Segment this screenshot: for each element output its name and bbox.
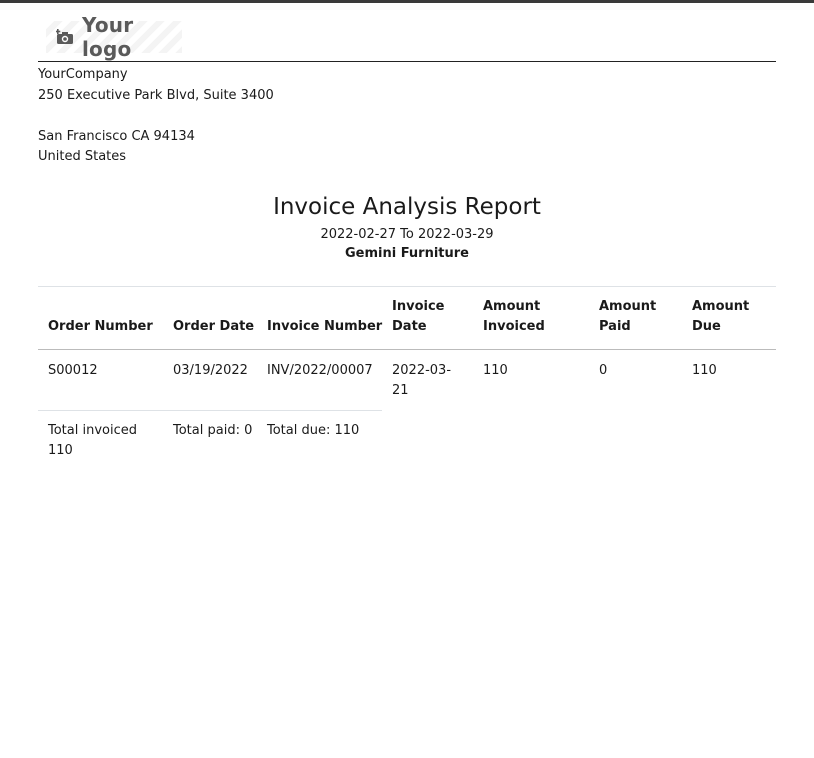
cell-amount-paid: 0 — [599, 362, 608, 378]
header-order-date: Order Date — [173, 318, 255, 334]
partner-name: Gemini Furniture — [344, 245, 470, 261]
total-due: Total due: 110 — [257, 410, 382, 471]
report-title: Invoice Analysis Report — [273, 193, 541, 220]
cell-invoice-date: 2022-03- 21 — [392, 362, 452, 398]
table-row: S00012 03/19/2022 INV/2022/00007 2022-03… — [38, 349, 776, 411]
totals-row: Total invoiced 110 Total paid: 0 Total du… — [38, 410, 776, 471]
total-invoiced: Total invoiced 110 — [38, 410, 163, 471]
cell-amount-due: 110 — [692, 362, 717, 378]
cell-amount-invoiced: 110 — [483, 362, 508, 378]
header-invoice-number: Invoice Number — [267, 318, 383, 334]
date-to: 2022-03-29 — [417, 226, 494, 242]
company-address: YourCompany 250 Executive Park Blvd, Sui… — [38, 65, 776, 168]
company-logo: Your logo — [46, 13, 182, 61]
header-amount-invoiced: Amount Invoiced — [483, 298, 545, 334]
address-country: United States — [38, 149, 127, 164]
date-to-word: To — [400, 226, 414, 242]
invoice-table: Order Number Order Date Invoice Number I… — [38, 286, 776, 471]
logo-text: Your logo — [82, 13, 134, 61]
header-amount-paid: Amount Paid — [599, 298, 657, 334]
header-amount-due: Amount Due — [692, 298, 750, 334]
table-header-row: Order Number Order Date Invoice Number I… — [38, 286, 776, 349]
address-line-1: 250 Executive Park Blvd, Suite 3400 — [38, 87, 274, 103]
date-range: 2022-02-27 To 2022-03-29 — [38, 226, 776, 244]
company-name: YourCompany — [38, 67, 128, 82]
header-invoice-date: Invoice Date — [392, 298, 445, 334]
cell-invoice-number: INV/2022/00007 — [267, 362, 373, 378]
report-page: Your logo YourCompany 250 Executive Park… — [38, 3, 776, 471]
total-paid: Total paid: 0 — [163, 410, 257, 471]
report-heading: Invoice Analysis Report 2022-02-27 To 20… — [38, 190, 776, 264]
cell-order-number: S00012 — [48, 362, 98, 378]
header-order-number: Order Number — [48, 318, 153, 334]
cell-order-date: 03/19/2022 — [173, 362, 248, 378]
header: Your logo — [38, 3, 776, 62]
camera-plus-icon — [56, 29, 74, 45]
address-line-2 — [38, 106, 776, 127]
date-from: 2022-02-27 — [320, 226, 397, 242]
address-city: San Francisco CA 94134 — [38, 128, 195, 144]
